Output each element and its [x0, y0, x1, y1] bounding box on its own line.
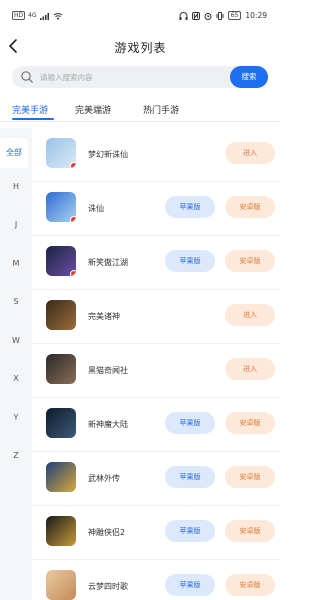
- wmzs-icon[interactable]: [46, 300, 76, 330]
- android-version-button[interactable]: 安卓版: [225, 196, 275, 218]
- game-name: 诛仙: [88, 204, 104, 213]
- apple-version-button[interactable]: 苹果版: [165, 466, 215, 488]
- battery-level: 65: [227, 11, 242, 20]
- search-input[interactable]: [40, 70, 220, 84]
- status-bar: HD 4G 65 10:29: [0, 0, 281, 30]
- mhxzx-icon[interactable]: [46, 138, 76, 168]
- search-button[interactable]: 搜索: [230, 66, 268, 88]
- active-tab-indicator: [12, 118, 54, 120]
- wifi-icon: [53, 12, 62, 20]
- game-row-xsmdl: 新神魔大陆 苹果版 安卓版: [32, 398, 281, 452]
- tab-perfect-pc[interactable]: 完美端游: [75, 103, 111, 116]
- apple-version-button[interactable]: 苹果版: [165, 574, 215, 596]
- sdxl2-icon[interactable]: [46, 516, 76, 546]
- index-item-x[interactable]: X: [0, 374, 32, 383]
- game-name: 新笑傲江湖: [88, 258, 128, 267]
- xxajh-icon[interactable]: [46, 246, 76, 276]
- network-label: 4G: [28, 12, 37, 19]
- zhuxian-icon[interactable]: [46, 192, 76, 222]
- game-row-xxajh: 新笑傲江湖 苹果版 安卓版: [32, 236, 281, 290]
- game-badge-dot: [70, 162, 76, 168]
- xsmdl-icon[interactable]: [46, 408, 76, 438]
- search-icon: [21, 71, 33, 83]
- index-item-j[interactable]: J: [0, 220, 32, 229]
- game-row-wlwz: 武林外传 苹果版 安卓版: [32, 452, 281, 506]
- index-item-s[interactable]: S: [0, 297, 32, 306]
- android-version-button[interactable]: 安卓版: [225, 250, 275, 272]
- game-row-wmzs: 完美诸神 进入: [32, 290, 281, 344]
- hmqws-icon[interactable]: [46, 354, 76, 384]
- apple-version-button[interactable]: 苹果版: [165, 196, 215, 218]
- apple-version-button[interactable]: 苹果版: [165, 520, 215, 542]
- game-badge-dot: [70, 216, 76, 222]
- game-name: 武林外传: [88, 474, 120, 483]
- index-item-h[interactable]: H: [0, 182, 32, 191]
- page-title: 游戏列表: [114, 41, 167, 55]
- search-bar: 搜索: [12, 66, 268, 88]
- android-version-button[interactable]: 安卓版: [225, 574, 275, 596]
- game-row-hmqws: 黑猫奇闻社 进入: [32, 344, 281, 398]
- enter-button[interactable]: 进入: [225, 304, 275, 326]
- clock: 10:29: [245, 11, 267, 20]
- game-list: 梦幻新诛仙 进入 诛仙 苹果版 安卓版 新笑傲江湖 苹果版 安卓版 完美诸神 进…: [32, 128, 281, 600]
- android-version-button[interactable]: 安卓版: [225, 520, 275, 542]
- apple-version-button[interactable]: 苹果版: [165, 412, 215, 434]
- nfc-icon: [191, 11, 200, 20]
- game-name: 梦幻新诛仙: [88, 150, 128, 159]
- game-name: 云梦四时歌: [88, 582, 128, 591]
- letter-index: 全部 H J M S W X Y Z: [0, 128, 32, 600]
- hd-badge: HD: [12, 11, 26, 20]
- ymssg-icon[interactable]: [46, 570, 76, 600]
- game-name: 完美诸神: [88, 312, 120, 321]
- game-row-mhxzx: 梦幻新诛仙 进入: [32, 128, 281, 182]
- enter-button[interactable]: 进入: [225, 142, 275, 164]
- tab-hot-mobile[interactable]: 热门手游: [143, 103, 179, 116]
- index-item-all[interactable]: 全部: [0, 138, 28, 168]
- game-row-zhuxian: 诛仙 苹果版 安卓版: [32, 182, 281, 236]
- wlwz-icon[interactable]: [46, 462, 76, 492]
- game-row-ymssg: 云梦四时歌 苹果版 安卓版: [32, 560, 281, 600]
- game-name: 黑猫奇闻社: [88, 366, 128, 375]
- game-row-sdxl2: 神雕侠侣2 苹果版 安卓版: [32, 506, 281, 560]
- android-version-button[interactable]: 安卓版: [225, 412, 275, 434]
- index-item-z[interactable]: Z: [0, 451, 32, 460]
- nav-bar: 游戏列表: [0, 30, 281, 62]
- index-item-w[interactable]: W: [0, 336, 32, 345]
- tab-perfect-mobile[interactable]: 完美手游: [12, 103, 48, 116]
- game-name: 神雕侠侣2: [88, 528, 126, 537]
- index-item-y[interactable]: Y: [0, 413, 32, 422]
- enter-button[interactable]: 进入: [225, 358, 275, 380]
- headphones-icon: [179, 11, 188, 20]
- category-tabs: 完美手游 完美端游 热门手游: [0, 98, 281, 122]
- game-badge-dot: [70, 270, 76, 276]
- apple-version-button[interactable]: 苹果版: [165, 250, 215, 272]
- alarm-icon: [204, 12, 212, 20]
- vibrate-icon: [216, 11, 224, 20]
- signal-icon: [39, 12, 49, 20]
- index-item-m[interactable]: M: [0, 259, 32, 268]
- game-name: 新神魔大陆: [88, 420, 128, 429]
- android-version-button[interactable]: 安卓版: [225, 466, 275, 488]
